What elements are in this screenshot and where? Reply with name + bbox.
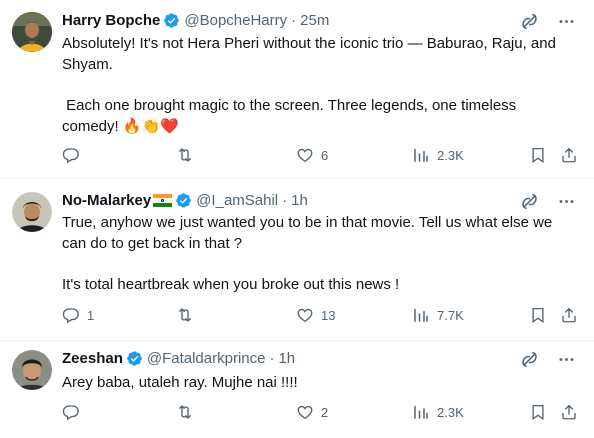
verified-badge-icon bbox=[163, 12, 180, 29]
like-count: 13 bbox=[321, 307, 336, 323]
tweet-text-line-1: True, anyhow we just wanted you to be in… bbox=[62, 214, 557, 252]
display-name[interactable]: Zeeshan bbox=[62, 350, 123, 367]
like-button[interactable]: 2 bbox=[296, 403, 328, 421]
retweet-icon bbox=[176, 306, 194, 324]
reply-button[interactable] bbox=[62, 403, 87, 421]
action-bar: 1 13 7.7K bbox=[52, 306, 592, 328]
reply-icon bbox=[62, 403, 80, 421]
reply-icon bbox=[62, 146, 80, 164]
reply-button[interactable] bbox=[62, 146, 87, 164]
views-button[interactable]: 7.7K bbox=[412, 306, 464, 324]
more-icon[interactable] bbox=[557, 12, 576, 31]
retweet-button[interactable] bbox=[176, 403, 201, 421]
like-icon bbox=[296, 146, 314, 164]
reply-icon bbox=[62, 306, 80, 324]
bookmark-icon bbox=[529, 306, 547, 324]
display-name[interactable]: Harry Bopche bbox=[62, 12, 160, 29]
retweet-icon bbox=[176, 146, 194, 164]
avatar[interactable] bbox=[12, 350, 52, 390]
bookmark-icon bbox=[529, 146, 547, 164]
retweet-button[interactable] bbox=[176, 306, 201, 324]
timestamp[interactable]: 1h bbox=[278, 350, 295, 367]
grok-icon[interactable] bbox=[520, 12, 539, 31]
bookmark-button[interactable] bbox=[529, 146, 547, 164]
share-button[interactable] bbox=[560, 146, 578, 164]
separator-dot: · bbox=[269, 349, 275, 367]
views-count: 7.7K bbox=[437, 307, 464, 323]
india-flag-icon bbox=[153, 193, 173, 207]
views-button[interactable]: 2.3K bbox=[412, 146, 464, 164]
timestamp[interactable]: 25m bbox=[300, 12, 329, 29]
retweet-button[interactable] bbox=[176, 146, 201, 164]
share-icon bbox=[560, 403, 578, 421]
user-handle[interactable]: @I_amSahil bbox=[196, 192, 278, 209]
grok-icon[interactable] bbox=[520, 350, 539, 369]
user-handle[interactable]: @BopcheHarry bbox=[184, 12, 287, 29]
share-icon bbox=[560, 306, 578, 324]
retweet-icon bbox=[176, 403, 194, 421]
grok-icon[interactable] bbox=[520, 192, 539, 211]
user-handle[interactable]: @Fataldarkprince bbox=[147, 350, 266, 367]
share-button[interactable] bbox=[560, 306, 578, 324]
like-count: 2 bbox=[321, 404, 329, 420]
bookmark-button[interactable] bbox=[529, 306, 547, 324]
share-button[interactable] bbox=[560, 403, 578, 421]
action-bar: 2 2.3K bbox=[52, 403, 592, 425]
views-button[interactable]: 2.3K bbox=[412, 403, 464, 421]
more-icon[interactable] bbox=[557, 350, 576, 369]
tweet-text-line-1: Absolutely! It's not Hera Pheri without … bbox=[62, 35, 561, 73]
reply-button[interactable]: 1 bbox=[62, 306, 94, 324]
views-count: 2.3K bbox=[437, 404, 464, 420]
separator-dot: · bbox=[282, 191, 288, 209]
verified-badge-icon bbox=[175, 192, 192, 209]
timestamp[interactable]: 1h bbox=[291, 192, 308, 209]
tweet-text-line-1: Arey baba, utaleh ray. Mujhe nai !!!! bbox=[62, 374, 298, 391]
avatar-image bbox=[12, 350, 52, 390]
more-icon[interactable] bbox=[557, 192, 576, 211]
bookmark-icon bbox=[529, 403, 547, 421]
share-icon bbox=[560, 146, 578, 164]
avatar-image bbox=[12, 192, 52, 232]
separator-dot: · bbox=[291, 11, 297, 29]
tweet-text-line-2: Each one brought magic to the screen. Th… bbox=[62, 97, 521, 135]
verified-badge-icon bbox=[126, 350, 143, 367]
views-icon bbox=[412, 306, 430, 324]
views-icon bbox=[412, 403, 430, 421]
views-count: 2.3K bbox=[437, 147, 464, 163]
tweet[interactable]: Zeeshan @Fataldarkprince · 1h Arey baba,… bbox=[0, 340, 594, 438]
tweet[interactable]: No-Malarkey @I_amSahil · 1h True, anyhow… bbox=[0, 178, 594, 341]
reply-count: 1 bbox=[87, 307, 95, 323]
like-icon bbox=[296, 403, 314, 421]
like-button[interactable]: 6 bbox=[296, 146, 328, 164]
tweet-text-line-2: It's total heartbreak when you broke out… bbox=[62, 276, 400, 293]
avatar[interactable] bbox=[12, 192, 52, 232]
like-button[interactable]: 13 bbox=[296, 306, 335, 324]
like-icon bbox=[296, 306, 314, 324]
tweet[interactable]: Harry Bopche @BopcheHarry · 25m Absolute… bbox=[0, 0, 594, 179]
action-bar: 6 2.3K bbox=[52, 146, 592, 168]
avatar[interactable] bbox=[12, 12, 52, 52]
like-count: 6 bbox=[321, 147, 329, 163]
bookmark-button[interactable] bbox=[529, 403, 547, 421]
display-name[interactable]: No-Malarkey bbox=[62, 192, 151, 209]
avatar-image bbox=[12, 12, 52, 52]
views-icon bbox=[412, 146, 430, 164]
